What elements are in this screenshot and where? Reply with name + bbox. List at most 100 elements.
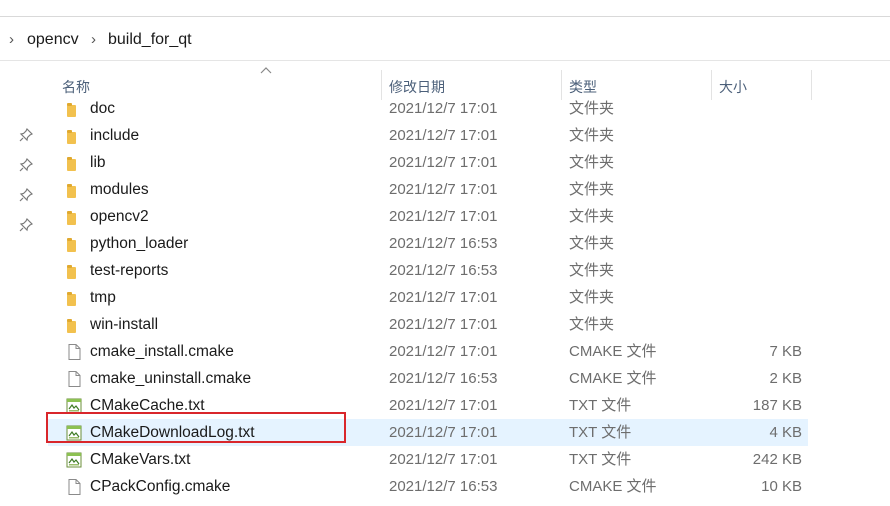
file-name: modules <box>90 181 149 198</box>
file-name: cmake_install.cmake <box>90 343 234 360</box>
file-size: 2 KB <box>769 370 802 387</box>
file-row[interactable]: win-install 2021/12/7 17:01 文件夹 <box>48 311 808 338</box>
file-icon <box>65 343 83 361</box>
file-size: 10 KB <box>761 478 802 495</box>
column-divider[interactable] <box>711 70 712 100</box>
column-header-modified[interactable]: 修改日期 <box>389 66 559 100</box>
file-name: include <box>90 127 140 144</box>
folder-icon <box>65 316 83 334</box>
file-name: doc <box>90 100 115 117</box>
breadcrumb-item-opencv[interactable]: opencv <box>27 30 79 50</box>
file-name: python_loader <box>90 235 189 252</box>
file-modified-date: 2021/12/7 17:01 <box>389 127 498 144</box>
file-name: win-install <box>90 316 159 333</box>
file-row[interactable]: CMakeVars.txt 2021/12/7 17:01 TXT 文件 242 KB <box>48 446 808 473</box>
file-row[interactable]: test-reports 2021/12/7 16:53 文件夹 <box>48 257 808 284</box>
window-top-strip <box>0 0 890 17</box>
text-file-icon <box>65 424 83 442</box>
pin-icon[interactable] <box>19 158 33 172</box>
file-size: 242 KB <box>752 451 802 468</box>
chevron-right-icon[interactable]: › <box>91 31 96 49</box>
file-type: CMAKE 文件 <box>569 343 657 360</box>
pin-icon[interactable] <box>19 188 33 202</box>
file-modified-date: 2021/12/7 17:01 <box>389 316 498 333</box>
quick-access-pane <box>0 96 48 506</box>
file-size: 7 KB <box>769 343 802 360</box>
file-type: 文件夹 <box>569 235 615 252</box>
file-modified-date: 2021/12/7 17:01 <box>389 343 498 360</box>
file-type: 文件夹 <box>569 181 615 198</box>
column-divider[interactable] <box>811 70 812 100</box>
folder-icon <box>65 127 83 145</box>
file-name: tmp <box>90 289 116 306</box>
file-type: CMAKE 文件 <box>569 370 657 387</box>
column-header-type[interactable]: 类型 <box>569 66 709 100</box>
file-row[interactable]: doc 2021/12/7 17:01 文件夹 <box>48 100 808 122</box>
file-name: opencv2 <box>90 208 149 225</box>
file-modified-date: 2021/12/7 17:01 <box>389 154 498 171</box>
folder-icon <box>65 154 83 172</box>
column-divider[interactable] <box>561 70 562 100</box>
file-row[interactable]: tmp 2021/12/7 17:01 文件夹 <box>48 284 808 311</box>
file-name: CMakeVars.txt <box>90 451 191 468</box>
folder-icon <box>65 289 83 307</box>
column-header-name[interactable]: 名称 <box>62 66 380 100</box>
text-file-icon <box>65 397 83 415</box>
file-row[interactable]: CMakeDownloadLog.txt 2021/12/7 17:01 TXT 文… <box>48 419 808 446</box>
file-type: 文件夹 <box>569 208 615 225</box>
text-file-icon <box>65 451 83 469</box>
file-row[interactable]: lib 2021/12/7 17:01 文件夹 <box>48 149 808 176</box>
file-type: 文件夹 <box>569 289 615 306</box>
folder-icon <box>65 181 83 199</box>
file-modified-date: 2021/12/7 17:01 <box>389 100 498 117</box>
pin-icon[interactable] <box>19 128 33 142</box>
file-modified-date: 2021/12/7 16:53 <box>389 235 498 252</box>
file-row[interactable]: opencv2 2021/12/7 17:01 文件夹 <box>48 203 808 230</box>
file-type: 文件夹 <box>569 154 615 171</box>
file-modified-date: 2021/12/7 17:01 <box>389 289 498 306</box>
file-name: lib <box>90 154 106 171</box>
breadcrumb-item-build-for-qt[interactable]: build_for_qt <box>108 30 192 50</box>
folder-icon <box>65 262 83 280</box>
file-type: TXT 文件 <box>569 397 632 414</box>
folder-icon <box>65 208 83 226</box>
file-row[interactable]: cmake_install.cmake 2021/12/7 17:01 CMAKE … <box>48 338 808 365</box>
file-row[interactable]: modules 2021/12/7 17:01 文件夹 <box>48 176 808 203</box>
file-icon <box>65 478 83 496</box>
file-type: 文件夹 <box>569 316 615 333</box>
file-name: CPackConfig.cmake <box>90 478 231 495</box>
file-row[interactable]: include 2021/12/7 17:01 文件夹 <box>48 122 808 149</box>
file-list: doc 2021/12/7 17:01 文件夹 include 2021/12/7 17… <box>48 100 890 506</box>
file-type: 文件夹 <box>569 127 615 144</box>
address-bar[interactable]: › opencv › build_for_qt <box>0 22 890 61</box>
column-header-size[interactable]: 大小 <box>719 66 809 100</box>
file-modified-date: 2021/12/7 16:53 <box>389 478 498 495</box>
file-modified-date: 2021/12/7 16:53 <box>389 370 498 387</box>
file-type: TXT 文件 <box>569 424 632 441</box>
file-row[interactable]: CPackConfig.cmake 2021/12/7 16:53 CMAKE 文件… <box>48 473 808 500</box>
file-row[interactable]: python_loader 2021/12/7 16:53 文件夹 <box>48 230 808 257</box>
file-size: 187 KB <box>752 397 802 414</box>
file-modified-date: 2021/12/7 17:01 <box>389 451 498 468</box>
file-modified-date: 2021/12/7 17:01 <box>389 397 498 414</box>
file-modified-date: 2021/12/7 17:01 <box>389 208 498 225</box>
file-type: 文件夹 <box>569 262 615 279</box>
file-name: CMakeDownloadLog.txt <box>90 424 255 441</box>
file-name: test-reports <box>90 262 169 279</box>
file-size: 4 KB <box>769 424 802 441</box>
folder-icon <box>65 235 83 253</box>
file-row[interactable]: cmake_uninstall.cmake 2021/12/7 16:53 CMAK… <box>48 365 808 392</box>
folder-icon <box>65 100 83 118</box>
file-type: TXT 文件 <box>569 451 632 468</box>
file-type: CMAKE 文件 <box>569 478 657 495</box>
file-modified-date: 2021/12/7 16:53 <box>389 262 498 279</box>
file-name: CMakeCache.txt <box>90 397 205 414</box>
chevron-right-icon[interactable]: › <box>9 31 14 49</box>
pin-icon[interactable] <box>19 218 33 232</box>
file-row[interactable]: CMakeCache.txt 2021/12/7 17:01 TXT 文件 187 K… <box>48 392 808 419</box>
column-header: 名称 修改日期 类型 大小 <box>48 66 890 100</box>
file-icon <box>65 370 83 388</box>
column-divider[interactable] <box>381 70 382 100</box>
file-type: 文件夹 <box>569 100 615 117</box>
file-name: cmake_uninstall.cmake <box>90 370 252 387</box>
